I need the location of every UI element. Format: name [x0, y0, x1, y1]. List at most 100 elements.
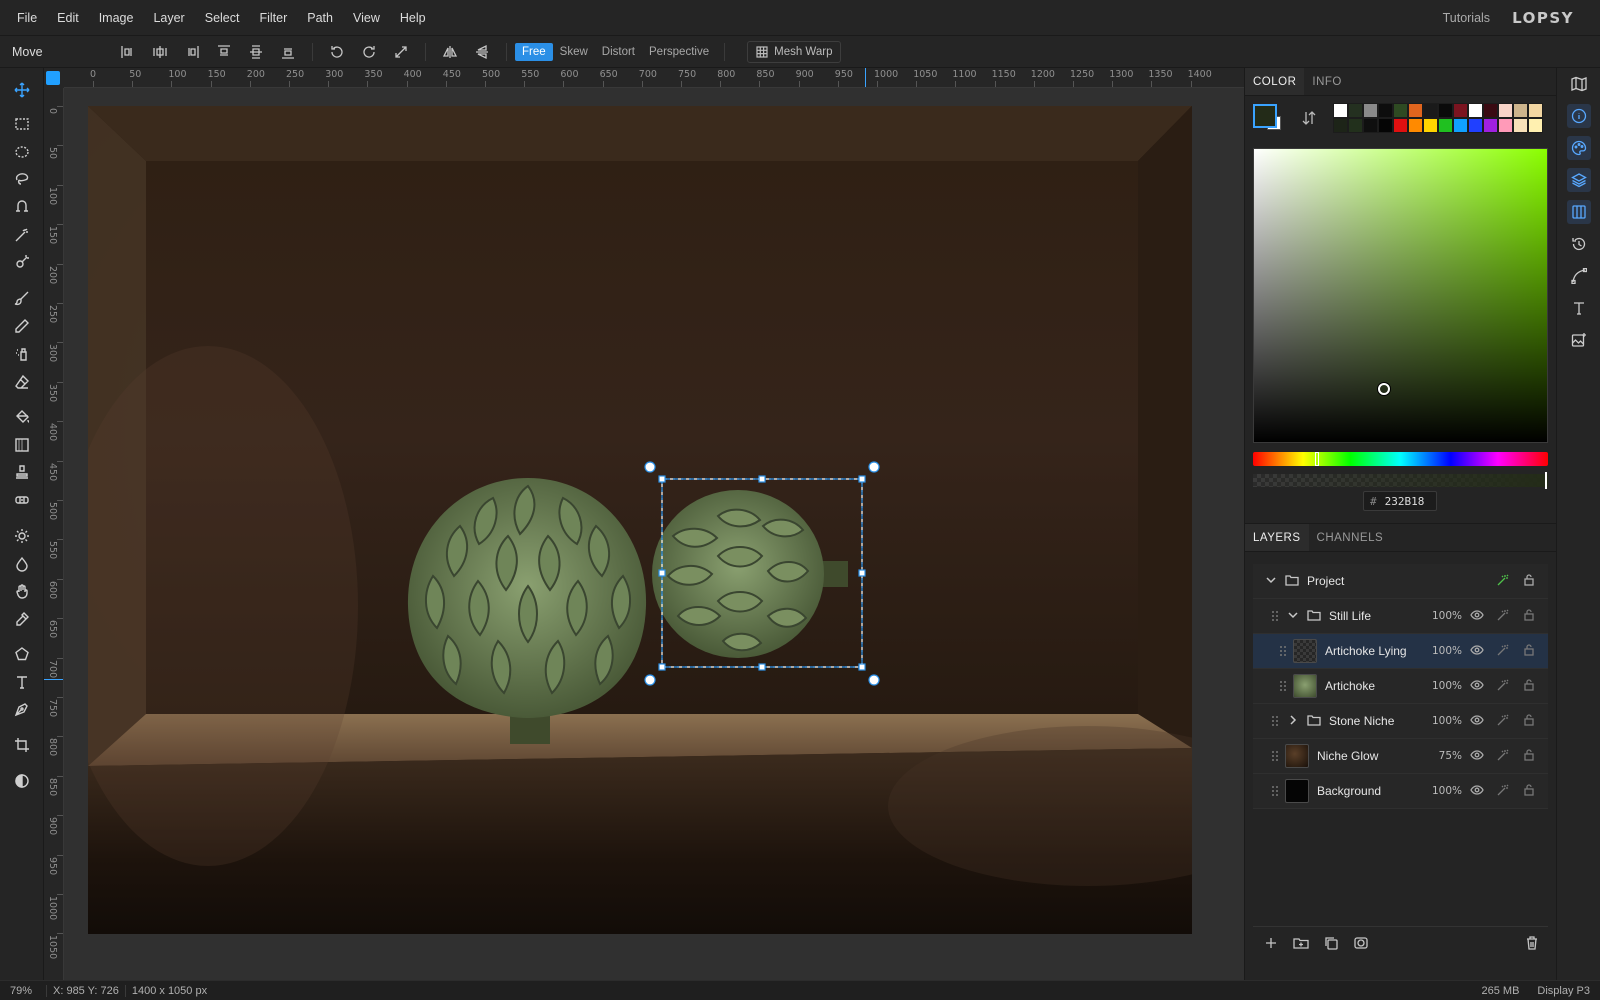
transform-mode-skew[interactable]: Skew: [553, 43, 595, 61]
gradient-icon[interactable]: [7, 431, 37, 459]
layer-name[interactable]: Background: [1317, 784, 1381, 798]
drag-handle-icon[interactable]: [1271, 785, 1279, 797]
color-preset-swatch[interactable]: [1438, 118, 1453, 133]
alpha-slider-thumb[interactable]: [1545, 472, 1547, 489]
color-preset-swatch[interactable]: [1498, 118, 1513, 133]
contrast-icon[interactable]: [7, 767, 37, 795]
polygon-icon[interactable]: [7, 640, 37, 668]
magnetic-lasso-icon[interactable]: [7, 193, 37, 221]
color-preset-swatch[interactable]: [1408, 103, 1423, 118]
color-preset-swatch[interactable]: [1333, 118, 1348, 133]
lasso-icon[interactable]: [7, 165, 37, 193]
zoom-level[interactable]: 79%: [0, 985, 46, 997]
layer-row-artichoke-lying[interactable]: Artichoke Lying 100%: [1253, 634, 1548, 669]
saturation-value-picker[interactable]: [1253, 148, 1548, 443]
palette-icon[interactable]: [1567, 136, 1591, 160]
transform-mode-distort[interactable]: Distort: [595, 43, 642, 61]
pen-icon[interactable]: [7, 695, 37, 723]
drag-handle-icon[interactable]: [1271, 750, 1279, 762]
canvas-area[interactable]: [64, 88, 1244, 980]
color-preset-swatch[interactable]: [1393, 103, 1408, 118]
effects-icon[interactable]: [1496, 713, 1512, 729]
menu-help[interactable]: Help: [390, 0, 436, 36]
align-right-icon[interactable]: [176, 40, 208, 64]
mask-icon[interactable]: [1353, 935, 1369, 954]
magic-wand-icon[interactable]: [7, 221, 37, 249]
transform-mode-free[interactable]: Free: [515, 42, 553, 61]
layer-row-background[interactable]: Background 100%: [1253, 774, 1548, 809]
layer-name[interactable]: Stone Niche: [1329, 714, 1394, 728]
layer-opacity[interactable]: 100%: [1432, 680, 1462, 692]
info-icon[interactable]: [1567, 104, 1591, 128]
hue-slider[interactable]: [1253, 452, 1548, 466]
chevron-down-icon[interactable]: [1287, 609, 1299, 624]
lock-icon[interactable]: [1522, 783, 1538, 799]
move-tool-icon[interactable]: [7, 76, 37, 104]
color-preset-swatch[interactable]: [1528, 103, 1543, 118]
ruler-origin-marker[interactable]: [46, 71, 60, 85]
layer-name[interactable]: Artichoke Lying: [1325, 644, 1407, 658]
add-group-icon[interactable]: [1293, 935, 1309, 954]
drag-handle-icon[interactable]: [1279, 680, 1287, 692]
menu-view[interactable]: View: [343, 0, 390, 36]
color-preset-swatch[interactable]: [1348, 118, 1363, 133]
color-preset-swatch[interactable]: [1513, 103, 1528, 118]
map-icon[interactable]: [1567, 72, 1591, 96]
foreground-color-swatch[interactable]: [1253, 104, 1277, 128]
color-preset-swatch[interactable]: [1378, 118, 1393, 133]
stamp-icon[interactable]: [7, 458, 37, 486]
layer-opacity[interactable]: 100%: [1432, 645, 1462, 657]
add-layer-icon[interactable]: [1263, 935, 1279, 954]
crop-icon[interactable]: [7, 731, 37, 759]
menu-select[interactable]: Select: [195, 0, 250, 36]
layer-opacity[interactable]: 75%: [1439, 750, 1462, 762]
layer-name[interactable]: Niche Glow: [1317, 749, 1378, 763]
color-picker-cursor[interactable]: [1378, 383, 1390, 395]
layer-row-still-life[interactable]: Still Life 100%: [1253, 599, 1548, 634]
chevron-right-icon[interactable]: [1287, 714, 1299, 729]
lock-icon[interactable]: [1522, 678, 1538, 694]
channels-icon[interactable]: [1567, 200, 1591, 224]
eye-icon[interactable]: [1470, 748, 1486, 764]
menu-image[interactable]: Image: [89, 0, 144, 36]
align-top-icon[interactable]: [208, 40, 240, 64]
layer-row-project[interactable]: Project: [1253, 564, 1548, 599]
menu-file[interactable]: File: [7, 0, 47, 36]
document-canvas[interactable]: [88, 106, 1192, 934]
type-icon[interactable]: [1567, 296, 1591, 320]
blur-icon[interactable]: [7, 550, 37, 578]
color-preset-swatch[interactable]: [1468, 103, 1483, 118]
alpha-slider[interactable]: [1253, 474, 1548, 487]
layers-icon[interactable]: [1567, 168, 1591, 192]
duplicate-layer-icon[interactable]: [1323, 935, 1339, 954]
hand-icon[interactable]: [7, 577, 37, 605]
menu-filter[interactable]: Filter: [249, 0, 297, 36]
tab-layers[interactable]: LAYERS: [1245, 524, 1309, 551]
eraser-icon[interactable]: [7, 368, 37, 396]
layer-name[interactable]: Artichoke: [1325, 679, 1375, 693]
lock-icon[interactable]: [1522, 643, 1538, 659]
rotate-cw-icon[interactable]: [353, 40, 385, 64]
color-preset-swatch[interactable]: [1363, 118, 1378, 133]
align-bottom-icon[interactable]: [272, 40, 304, 64]
tab-info[interactable]: INFO: [1304, 68, 1349, 95]
dodge-icon[interactable]: [7, 522, 37, 550]
layer-opacity[interactable]: 100%: [1432, 610, 1462, 622]
layer-opacity[interactable]: 100%: [1432, 785, 1462, 797]
layer-row-artichoke[interactable]: Artichoke 100%: [1253, 669, 1548, 704]
menu-path[interactable]: Path: [297, 0, 343, 36]
lock-icon[interactable]: [1522, 713, 1538, 729]
pencil-icon[interactable]: [7, 312, 37, 340]
ellipse-select-icon[interactable]: [7, 138, 37, 166]
lock-icon[interactable]: [1522, 608, 1538, 624]
effects-icon[interactable]: [1496, 783, 1512, 799]
color-preset-swatch[interactable]: [1453, 103, 1468, 118]
lock-icon[interactable]: [1522, 748, 1538, 764]
flip-horizontal-icon[interactable]: [434, 40, 466, 64]
tab-channels[interactable]: CHANNELS: [1309, 524, 1392, 551]
eyedropper-icon[interactable]: [7, 605, 37, 633]
effects-icon[interactable]: [1496, 748, 1512, 764]
bucket-icon[interactable]: [7, 403, 37, 431]
spray-icon[interactable]: [7, 340, 37, 368]
quick-select-icon[interactable]: [7, 248, 37, 276]
